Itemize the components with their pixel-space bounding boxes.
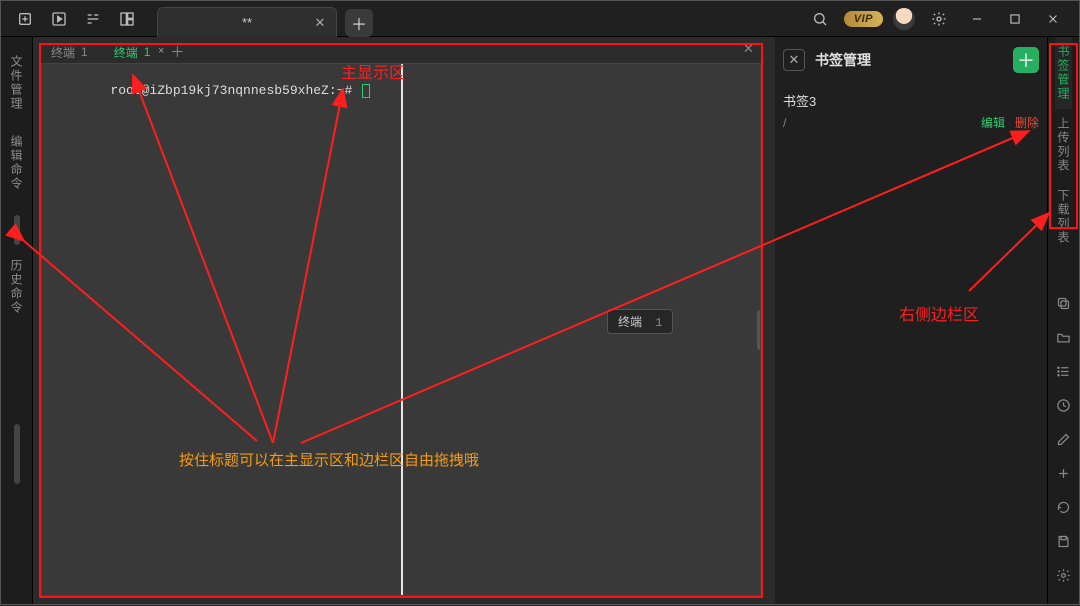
bookmark-panel: ✕ 书签管理 ＋ 书签3 / 编辑 删除 [775,37,1047,604]
close-icon[interactable]: ✕ [312,15,328,31]
play-icon[interactable] [45,6,73,32]
right-tab-download[interactable]: 下载列表 [1055,181,1072,253]
close-panel-icon[interactable]: ✕ [743,41,759,57]
terminal-tab-1[interactable]: 终端 1 [41,41,102,63]
vertical-divider[interactable] [401,64,403,595]
bookmark-item-row: / 编辑 删除 [783,114,1039,131]
main-wrap: 终端 1 终端 1 × ＋ ✕ root@iZbp19kj73nqnnesb59… [33,37,1047,604]
bookmark-edit-button[interactable]: 编辑 [981,114,1005,131]
titlebar-right: VIP [806,5,1073,33]
titlebar-left-icons [7,6,141,32]
close-icon[interactable]: × [158,45,164,57]
folder-icon[interactable] [1050,323,1078,351]
save-icon[interactable] [1050,527,1078,555]
clock-icon[interactable] [1050,391,1078,419]
maximize-button[interactable] [1001,5,1029,33]
bookmark-header: ✕ 书签管理 ＋ [783,47,1039,73]
terminal-tab-number: 1 [81,45,88,59]
terminal-prompt: root@iZbp19kj73nqnnesb59xheZ:~# [110,83,360,98]
left-sidebar: 文件管理 编辑命令 历史命令 [1,37,33,604]
terminal-tab-number: 1 [144,45,151,59]
right-tab-upload[interactable]: 上传列表 [1055,109,1072,181]
terminal-tab-2[interactable]: 终端 1 × [104,41,165,63]
bookmark-item[interactable]: 书签3 / 编辑 删除 [783,91,1039,131]
scroll-hint-icon [14,215,20,245]
bookmark-delete-button[interactable]: 删除 [1015,114,1039,131]
add-tab-button[interactable]: ＋ [345,9,373,37]
cursor-icon [362,84,370,98]
titlebar: ** ✕ ＋ VIP [1,1,1079,37]
scroll-hint-icon [14,424,20,484]
sidebar-item-file-manager[interactable]: 文件管理 [8,45,25,121]
tooltip-label: 终端 [618,316,642,330]
main-display: 终端 1 终端 1 × ＋ ✕ root@iZbp19kj73nqnnesb59… [33,37,769,604]
terminal-body[interactable]: root@iZbp19kj73nqnnesb59xheZ:~# 终端 1 [41,63,761,596]
terminal-tooltip: 终端 1 [607,309,673,334]
gear-icon[interactable] [925,6,953,32]
add-terminal-tab-button[interactable]: ＋ [166,41,188,63]
tooltip-number: 1 [655,316,662,330]
app-tab-label: ** [242,15,252,30]
right-tab-bookmark[interactable]: 书签管理 [1055,37,1072,109]
app-tabs: ** ✕ ＋ [157,1,373,37]
copy-icon[interactable] [1050,289,1078,317]
edit-icon[interactable] [1050,425,1078,453]
bookmark-item-name: 书签3 [783,91,1039,110]
minimize-button[interactable] [963,5,991,33]
vip-badge[interactable]: VIP [844,11,883,27]
close-button[interactable] [1039,5,1067,33]
drag-handle-icon[interactable] [757,310,761,350]
right-sidebar: 书签管理 上传列表 下载列表 [1047,37,1079,604]
close-panel-button[interactable]: ✕ [783,49,805,71]
terminal-tab-label: 终端 [114,44,138,61]
search-icon[interactable] [806,6,834,32]
avatar[interactable] [893,8,915,30]
split-icon[interactable] [79,6,107,32]
new-window-icon[interactable] [11,6,39,32]
sidebar-item-history-command[interactable]: 历史命令 [8,249,25,325]
terminal-tab-label: 终端 [51,44,75,61]
list-icon[interactable] [1050,357,1078,385]
terminal-tabs: 终端 1 终端 1 × ＋ ✕ [33,37,769,63]
sidebar-item-edit-command[interactable]: 编辑命令 [8,125,25,201]
app-tab-active[interactable]: ** ✕ [157,7,337,37]
bookmark-title: 书签管理 [815,50,871,70]
refresh-icon[interactable] [1050,493,1078,521]
bookmark-item-path: / [783,116,981,130]
add-bookmark-button[interactable]: ＋ [1013,47,1039,73]
plus-icon[interactable] [1050,459,1078,487]
layout-icon[interactable] [113,6,141,32]
settings-icon[interactable] [1050,561,1078,589]
